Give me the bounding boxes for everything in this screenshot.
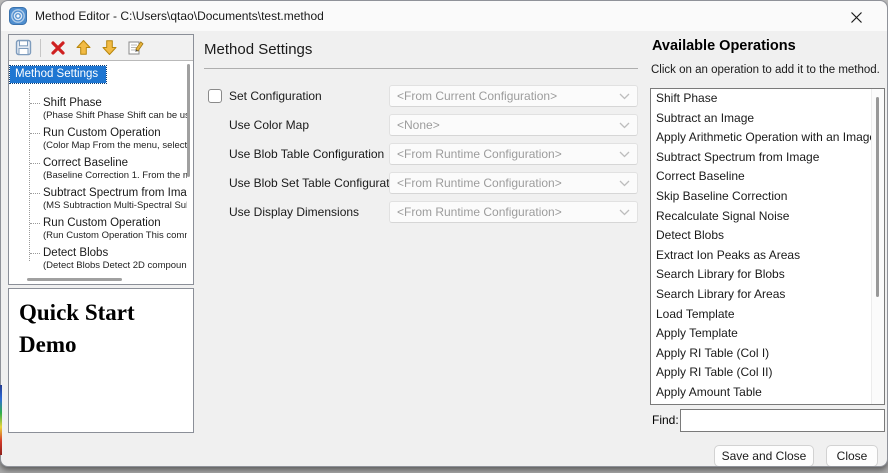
tree-item-name: Detect Blobs [43, 247, 109, 259]
move-down-icon[interactable] [100, 38, 119, 57]
chevron-down-icon [619, 122, 630, 129]
divider [204, 68, 638, 69]
tree-item-description: (Detect Blobs Detect 2D compoun [43, 260, 187, 271]
preview-line2: Demo [19, 332, 77, 358]
tree-item[interactable]: Correct Baseline (Baseline Correction 1. … [9, 156, 187, 186]
move-up-icon[interactable] [74, 38, 93, 57]
save-icon[interactable] [14, 38, 33, 57]
tree-item-description: (Color Map From the menu, select [43, 140, 187, 151]
app-icon [9, 7, 27, 25]
find-label: Find: [652, 413, 679, 427]
field-label: Use Color Map [229, 118, 310, 132]
operation-list-item[interactable]: Apply Amount Table [651, 383, 884, 403]
field-label: Use Blob Set Table Configuration [229, 176, 406, 190]
chevron-down-icon [619, 180, 630, 187]
tree-item-name: Subtract Spectrum from Image [43, 187, 187, 199]
dropdown-value: <None> [397, 118, 440, 132]
chevron-down-icon [619, 151, 630, 158]
title-bar: Method Editor - C:\Users\qtao\Documents\… [1, 1, 887, 31]
toolbar-separator [40, 38, 41, 57]
operation-list-item[interactable]: Apply Arithmetic Operation with an Image [651, 128, 884, 148]
tree-item[interactable]: Shift Phase (Phase Shift Phase Shift can … [9, 96, 187, 126]
method-editor-window: Method Editor - C:\Users\qtao\Documents\… [0, 0, 888, 467]
operation-list-item[interactable]: Apply Template [651, 324, 884, 344]
window-title: Method Editor - C:\Users\qtao\Documents\… [35, 9, 324, 23]
dropdown-value: <From Runtime Configuration> [397, 176, 562, 190]
page-title: Method Settings [204, 41, 313, 58]
method-settings-panel: Method Settings Set Configuration <From C… [197, 34, 649, 434]
chevron-down-icon [619, 209, 630, 216]
operation-list-item[interactable]: Load Template [651, 305, 884, 325]
operation-list-item[interactable]: Correct Baseline [651, 167, 884, 187]
operation-list-item[interactable]: Subtract an Image [651, 109, 884, 129]
find-row: Find: [649, 409, 886, 432]
dropdown-value: <From Runtime Configuration> [397, 205, 562, 219]
chevron-down-icon [619, 93, 630, 100]
operation-list-item[interactable]: Search Library for Areas [651, 285, 884, 305]
tree-item[interactable]: Detect Blobs (Detect Blobs Detect 2D comp… [9, 246, 187, 276]
operation-list-item[interactable]: Apply Amount Calibration Table [651, 403, 884, 405]
toolbar [9, 35, 193, 61]
use-color-map-dropdown[interactable]: <None> [389, 114, 638, 136]
desktop-stage: Method Editor - C:\Users\qtao\Documents\… [0, 0, 888, 473]
operation-list-item[interactable]: Skip Baseline Correction [651, 187, 884, 207]
available-operations-panel: Available Operations Click on an operati… [649, 34, 886, 434]
tree-item-name: Run Custom Operation [43, 217, 161, 229]
tree-item-description: (Baseline Correction 1. From the m [43, 170, 187, 181]
operations-hint: Click on an operation to add it to the m… [651, 64, 880, 76]
tree-horizontal-scrollbar[interactable] [27, 278, 122, 281]
method-steps-tree: Method Settings Shift Phase (Phase Shift … [9, 62, 193, 284]
delete-icon[interactable] [48, 38, 67, 57]
operation-list-item[interactable]: Detect Blobs [651, 226, 884, 246]
operations-scrollbar-track[interactable] [871, 89, 884, 404]
save-and-close-button[interactable]: Save and Close [714, 445, 814, 466]
tree-item-name: Correct Baseline [43, 157, 129, 169]
form-row: Use Blob Table Configuration <From Runtim… [197, 143, 649, 165]
operation-list-item[interactable]: Shift Phase [651, 89, 884, 109]
dropdown-value: <From Runtime Configuration> [397, 147, 562, 161]
operation-list-item[interactable]: Apply RI Table (Col I) [651, 344, 884, 364]
set-configuration-checkbox[interactable] [208, 89, 222, 103]
tree-item-method-settings[interactable]: Method Settings [9, 65, 108, 84]
operation-list-item[interactable]: Extract Ion Peaks as Areas [651, 246, 884, 266]
find-input[interactable] [680, 409, 885, 432]
tree-item-description: (Run Custom Operation This comm [43, 230, 187, 241]
tree-item[interactable]: Subtract Spectrum from Image (MS Subtract… [9, 186, 187, 216]
operations-list: Shift Phase Subtract an Image Apply Arithm… [650, 88, 885, 405]
edit-icon[interactable] [126, 38, 145, 57]
form-row: Set Configuration <From Current Configura… [197, 85, 649, 107]
field-label: Use Display Dimensions [229, 205, 360, 219]
tree-vertical-scrollbar[interactable] [187, 64, 190, 177]
operations-title: Available Operations [652, 38, 796, 54]
close-icon[interactable] [839, 6, 873, 28]
operation-list-item[interactable]: Subtract Spectrum from Image [651, 148, 884, 168]
tree-item-name: Shift Phase [43, 97, 102, 109]
form-row: Use Blob Set Table Configuration <From Ru… [197, 172, 649, 194]
operation-list-item[interactable]: Apply RI Table (Col II) [651, 363, 884, 383]
tree-item-name: Run Custom Operation [43, 127, 161, 139]
background-window-edge [0, 385, 2, 455]
tree-item-description: (MS Subtraction Multi-Spectral Sub [43, 200, 187, 211]
operation-list-item[interactable]: Recalculate Signal Noise [651, 207, 884, 227]
use-display-dimensions-dropdown[interactable]: <From Runtime Configuration> [389, 201, 638, 223]
method-preview-panel: Quick Start Demo [8, 288, 194, 433]
method-tree-panel: Method Settings Shift Phase (Phase Shift … [8, 34, 194, 285]
set-configuration-dropdown[interactable]: <From Current Configuration> [389, 85, 638, 107]
preview-line1: Quick Start [19, 300, 135, 325]
dropdown-value: <From Current Configuration> [397, 89, 558, 103]
field-label: Set Configuration [229, 89, 322, 103]
form-row: Use Color Map <None> [197, 114, 649, 136]
tree-item[interactable]: Run Custom Operation (Color Map From the … [9, 126, 187, 156]
tree-item[interactable]: Run Custom Operation (Run Custom Operatio… [9, 216, 187, 246]
use-blob-table-configuration-dropdown[interactable]: <From Runtime Configuration> [389, 143, 638, 165]
operations-scrollbar-thumb[interactable] [876, 97, 879, 297]
close-button[interactable]: Close [826, 445, 878, 466]
operation-list-item[interactable]: Search Library for Blobs [651, 265, 884, 285]
use-blob-set-table-configuration-dropdown[interactable]: <From Runtime Configuration> [389, 172, 638, 194]
tree-item-description: (Phase Shift Phase Shift can be us [43, 110, 187, 121]
form-row: Use Display Dimensions <From Runtime Conf… [197, 201, 649, 223]
field-label: Use Blob Table Configuration [229, 147, 385, 161]
